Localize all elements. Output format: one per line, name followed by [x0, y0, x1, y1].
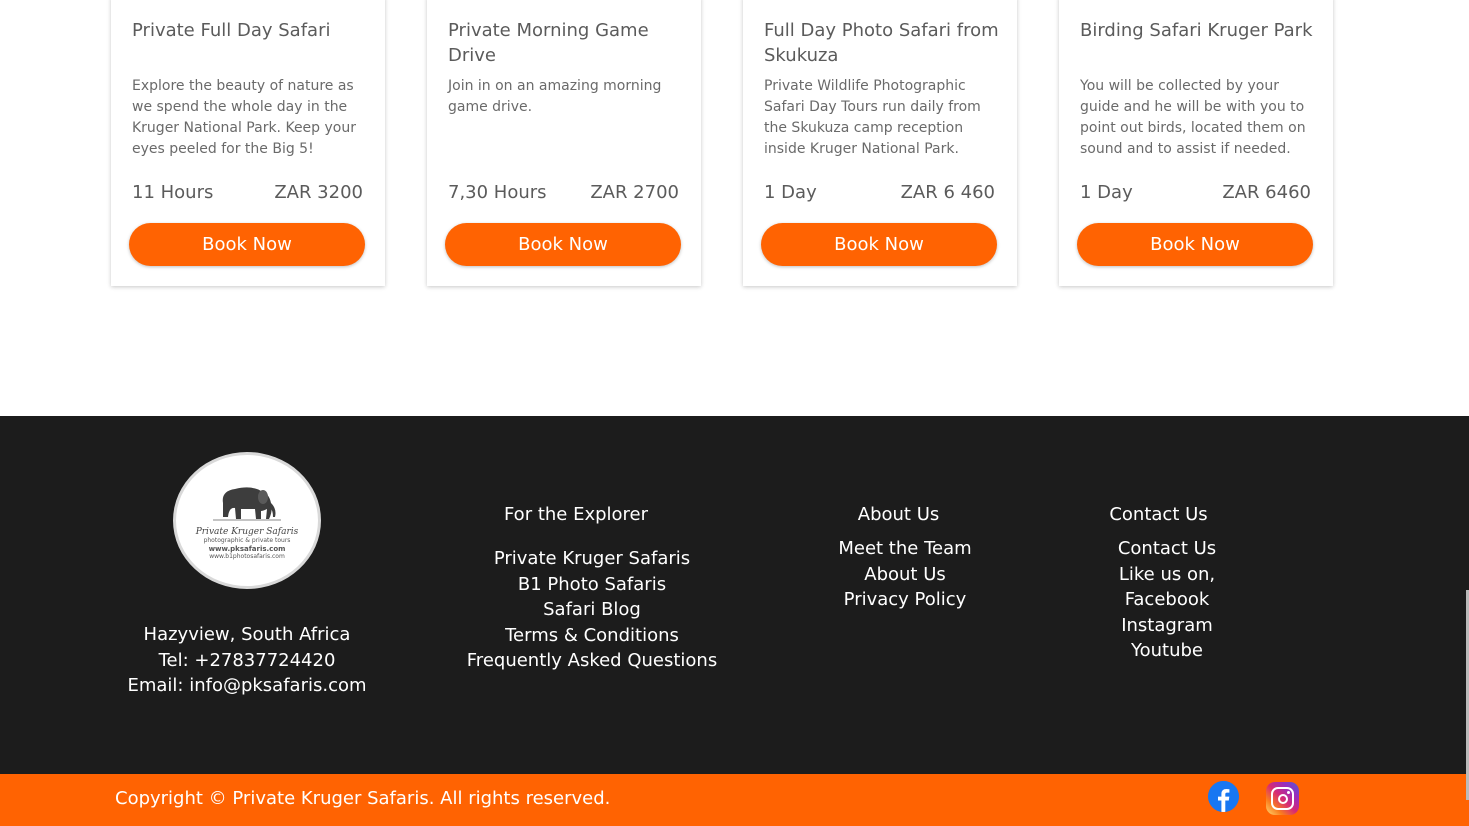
- footer-link-meet-team[interactable]: Meet the Team: [805, 536, 1005, 562]
- like-us-text: Like us on,: [1118, 563, 1216, 585]
- address-block: Hazyview, South Africa Tel: +27837724420…: [92, 622, 402, 699]
- footer-link-private-kruger-safaris[interactable]: Private Kruger Safaris: [442, 546, 742, 572]
- instagram-icon[interactable]: [1266, 782, 1299, 815]
- footer-link-safari-blog[interactable]: Safari Blog: [442, 597, 742, 623]
- tour-card: Full Day Photo Safari from Skukuza Priva…: [743, 0, 1017, 286]
- tour-card: Private Full Day Safari Explore the beau…: [111, 0, 385, 286]
- book-now-button[interactable]: Book Now: [445, 223, 681, 266]
- tour-price: ZAR 6 460: [900, 182, 995, 203]
- explorer-heading: For the Explorer: [503, 504, 649, 525]
- footer-link-youtube[interactable]: Youtube: [1067, 638, 1267, 664]
- footer-link-privacy-policy[interactable]: Privacy Policy: [805, 587, 1005, 613]
- explorer-column: For the Explorer Private Kruger Safaris …: [442, 502, 742, 674]
- facebook-icon[interactable]: [1208, 781, 1239, 812]
- elephant-icon: [213, 486, 281, 520]
- footer-link-terms[interactable]: Terms & Conditions: [442, 623, 742, 649]
- about-heading: About Us: [857, 504, 940, 525]
- tour-title: Full Day Photo Safari from Skukuza: [764, 20, 999, 66]
- footer-link-contact-us[interactable]: Contact Us: [1067, 536, 1267, 562]
- logo-url: www.b1photosafaris.com: [209, 552, 285, 560]
- tour-price: ZAR 6460: [1222, 182, 1311, 203]
- copyright-bar: Copyright © Private Kruger Safaris. All …: [0, 774, 1469, 826]
- tour-description: You will be collected by your guide and …: [1080, 78, 1306, 157]
- tour-card: Birding Safari Kruger Park You will be c…: [1059, 0, 1333, 286]
- copyright-text: Copyright © Private Kruger Safaris. All …: [115, 788, 611, 809]
- about-column: About Us Meet the Team About Us Privacy …: [805, 502, 1005, 613]
- phone-text[interactable]: Tel: +27837724420: [92, 648, 402, 674]
- tour-title: Birding Safari Kruger Park: [1080, 20, 1313, 41]
- footer-link-about-us[interactable]: About Us: [805, 562, 1005, 588]
- tour-price: ZAR 2700: [590, 182, 679, 203]
- footer-link-instagram[interactable]: Instagram: [1067, 613, 1267, 639]
- tour-duration: 1 Day: [1080, 182, 1133, 203]
- footer-link-faq[interactable]: Frequently Asked Questions: [442, 648, 742, 674]
- tour-title: Private Morning Game Drive: [448, 20, 649, 66]
- logo-tagline: photographic & private tours: [203, 536, 291, 544]
- tour-description: Join in on an amazing morning game drive…: [448, 78, 662, 115]
- site-footer: Private Kruger Safaris photographic & pr…: [0, 416, 1469, 774]
- book-now-button[interactable]: Book Now: [761, 223, 997, 266]
- tour-price: ZAR 3200: [274, 182, 363, 203]
- tour-duration: 7,30 Hours: [448, 182, 547, 203]
- tour-duration: 11 Hours: [132, 182, 214, 203]
- book-now-button[interactable]: Book Now: [129, 223, 365, 266]
- tour-duration: 1 Day: [764, 182, 817, 203]
- tour-description: Explore the beauty of nature as we spend…: [132, 78, 356, 157]
- company-logo[interactable]: Private Kruger Safaris photographic & pr…: [173, 452, 321, 589]
- email-text[interactable]: Email: info@pksafaris.com: [92, 673, 402, 699]
- contact-column: Contact Us Contact Us Like us on, Facebo…: [1067, 502, 1267, 664]
- logo-url: www.pksafaris.com: [208, 544, 286, 553]
- book-now-button[interactable]: Book Now: [1077, 223, 1313, 266]
- tour-title: Private Full Day Safari: [132, 20, 331, 41]
- logo-name: Private Kruger Safaris: [195, 526, 299, 537]
- contact-heading: Contact Us: [1109, 504, 1208, 525]
- location-text: Hazyview, South Africa: [143, 624, 351, 645]
- tour-description: Private Wildlife Photographic Safari Day…: [764, 78, 981, 157]
- footer-link-b1-photo-safaris[interactable]: B1 Photo Safaris: [442, 572, 742, 598]
- footer-link-facebook[interactable]: Facebook: [1067, 587, 1267, 613]
- tour-card: Private Morning Game Drive Join in on an…: [427, 0, 701, 286]
- tour-cards-section: Private Full Day Safari Explore the beau…: [0, 0, 1469, 416]
